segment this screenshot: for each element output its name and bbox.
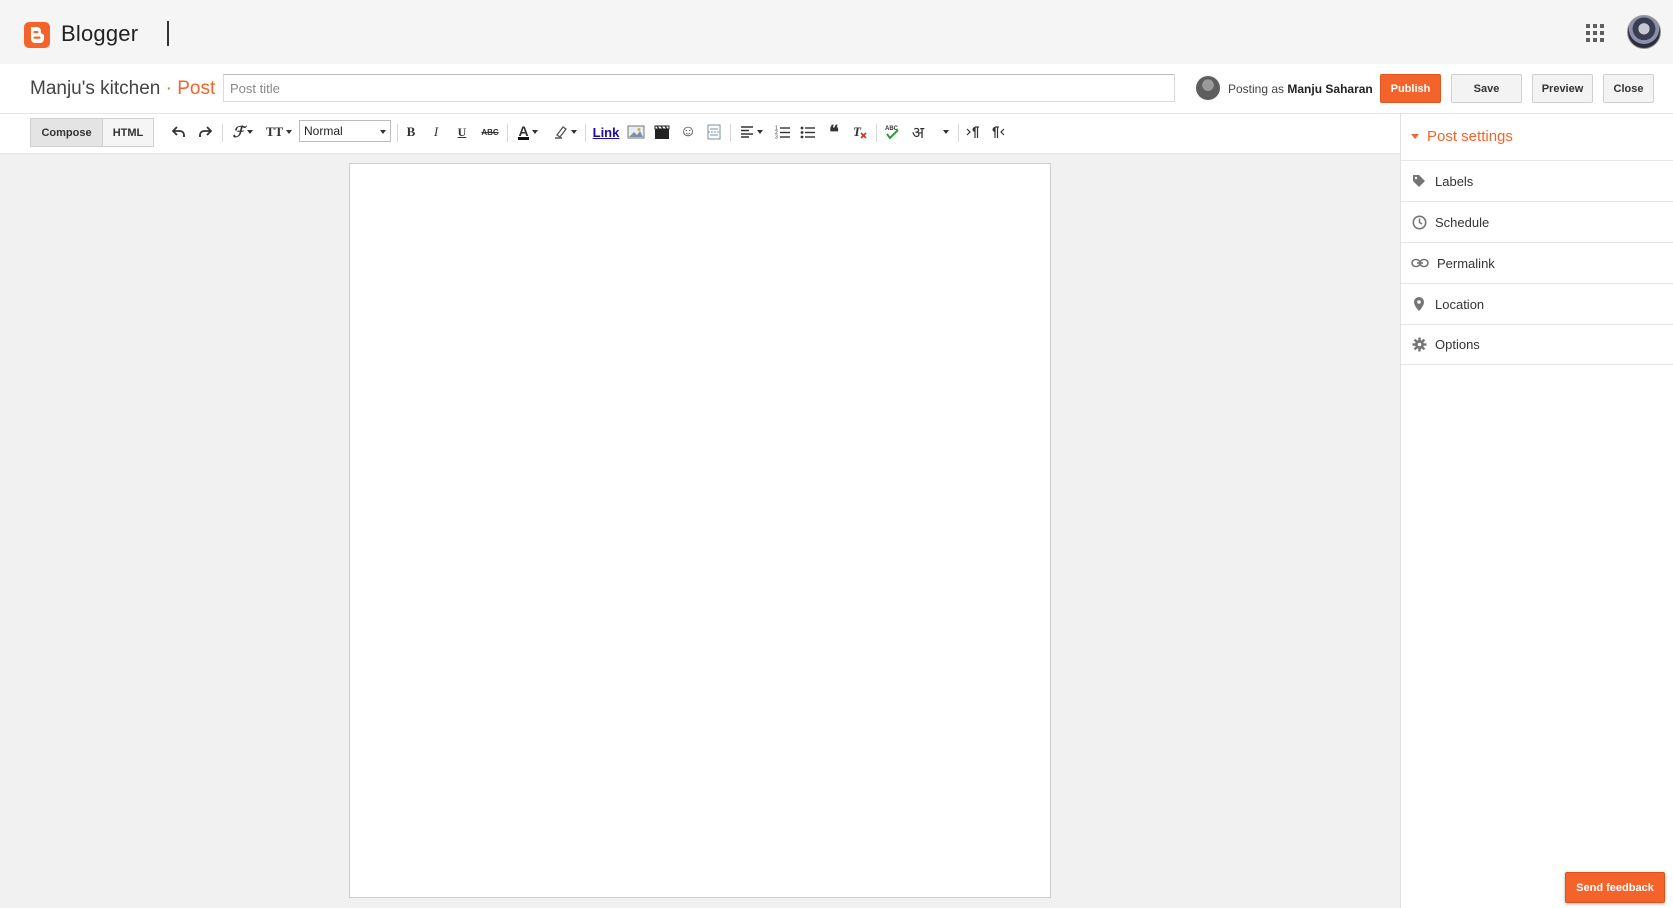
italic-icon[interactable]: I (428, 122, 444, 142)
sidebar-item-schedule[interactable]: Schedule (1401, 201, 1673, 242)
undo-icon[interactable] (170, 122, 188, 142)
quote-icon[interactable]: ❝ (824, 122, 844, 142)
account-avatar[interactable] (1627, 15, 1661, 49)
svg-text:T: T (853, 124, 862, 139)
sidebar-item-labels[interactable]: Labels (1401, 160, 1673, 201)
toolbar-separator (585, 124, 586, 142)
paragraph-format-value: Normal (304, 124, 343, 138)
toolbar-separator (876, 124, 877, 142)
toolbar-separator (730, 124, 731, 142)
strikethrough-icon[interactable]: ABC (479, 122, 501, 142)
post-body-editor[interactable] (349, 163, 1051, 898)
insert-image-icon[interactable] (626, 122, 646, 142)
content-kind: Post (177, 78, 216, 99)
bold-icon[interactable]: B (403, 122, 419, 142)
map-pin-icon (1411, 296, 1427, 312)
sidebar-item-label: Permalink (1437, 255, 1495, 271)
sidebar-item-options[interactable]: Options (1401, 324, 1673, 365)
rtl-icon[interactable] (989, 122, 1007, 142)
top-bar: Blogger (0, 0, 1673, 64)
posting-as: Posting as Manju Saharan (1228, 82, 1373, 96)
post-settings-title: Post settings (1427, 128, 1513, 145)
numbered-list-icon[interactable]: 123 (773, 122, 793, 142)
highlight-color-icon[interactable] (550, 122, 580, 142)
post-header: Manju's kitchen · Post Posting as Manju … (0, 64, 1673, 114)
title-separator: · (165, 78, 172, 99)
posting-as-name: Manju Saharan (1287, 82, 1373, 96)
poster-avatar (1196, 76, 1220, 100)
brand-name[interactable]: Blogger (61, 21, 138, 47)
spellcheck-icon[interactable]: ABC (882, 122, 902, 142)
ltr-icon[interactable] (964, 122, 982, 142)
publish-button[interactable]: Publish (1380, 74, 1441, 103)
sidebar-item-permalink[interactable]: Permalink (1401, 242, 1673, 283)
post-settings-header[interactable]: Post settings (1411, 128, 1513, 145)
emoji-icon[interactable]: ☺ (678, 122, 698, 142)
sidebar-item-label: Location (1435, 296, 1485, 312)
remove-formatting-icon[interactable]: T (850, 122, 870, 142)
text-color-glyph: A (518, 122, 529, 140)
align-icon[interactable] (737, 122, 765, 142)
insert-video-icon[interactable] (652, 122, 672, 142)
clock-icon (1411, 214, 1427, 230)
collapse-triangle-icon (1411, 134, 1419, 139)
sidebar-item-location[interactable]: Location (1401, 283, 1673, 324)
chain-link-icon (1411, 255, 1429, 271)
bullet-list-icon[interactable] (798, 122, 818, 142)
toolbar-separator (507, 124, 508, 142)
preview-button[interactable]: Preview (1532, 74, 1593, 103)
gear-icon (1411, 337, 1427, 353)
blogger-b-icon[interactable] (24, 22, 50, 48)
label-tag-icon (1411, 173, 1427, 189)
post-title-input[interactable] (223, 74, 1175, 102)
save-button[interactable]: Save (1451, 74, 1522, 103)
blog-title: Manju's kitchen · Post (30, 78, 215, 100)
chevron-down-icon (380, 130, 386, 134)
text-color-icon[interactable]: A (513, 122, 543, 142)
toolbar-separator (397, 124, 398, 142)
toolbar-separator (958, 124, 959, 142)
paragraph-format-select[interactable]: Normal (299, 120, 391, 142)
font-family-icon[interactable]: ℱ (228, 122, 258, 142)
underline-icon[interactable]: U (454, 122, 470, 142)
close-button[interactable]: Close (1603, 74, 1654, 103)
link-button[interactable]: Link (592, 122, 620, 142)
sidebar-item-label: Options (1435, 337, 1480, 352)
sidebar-item-label: Schedule (1435, 214, 1490, 230)
post-settings-sidebar: Post settings Labels Schedule Permalink … (1400, 114, 1673, 908)
sidebar-item-label: Labels (1435, 173, 1474, 189)
posting-as-prefix: Posting as (1228, 82, 1285, 96)
jump-break-icon[interactable] (704, 122, 724, 142)
toolbar-separator (222, 124, 223, 142)
topbar-divider (167, 21, 169, 46)
chevron-down-icon[interactable] (938, 122, 950, 142)
apps-grid-icon[interactable] (1586, 24, 1604, 42)
tab-compose[interactable]: Compose (30, 118, 102, 147)
editor-toolbar: Compose HTML ℱ TT Normal B I U ABC A Lin… (0, 114, 1400, 154)
redo-icon[interactable] (196, 122, 214, 142)
blog-name: Manju's kitchen (30, 78, 161, 99)
editor-area (0, 154, 1400, 908)
svg-text:3: 3 (775, 135, 778, 140)
font-size-icon[interactable]: TT (264, 122, 294, 142)
tab-html[interactable]: HTML (102, 118, 154, 147)
input-tools-icon[interactable]: अ (908, 122, 928, 142)
send-feedback-button[interactable]: Send feedback (1565, 872, 1665, 903)
